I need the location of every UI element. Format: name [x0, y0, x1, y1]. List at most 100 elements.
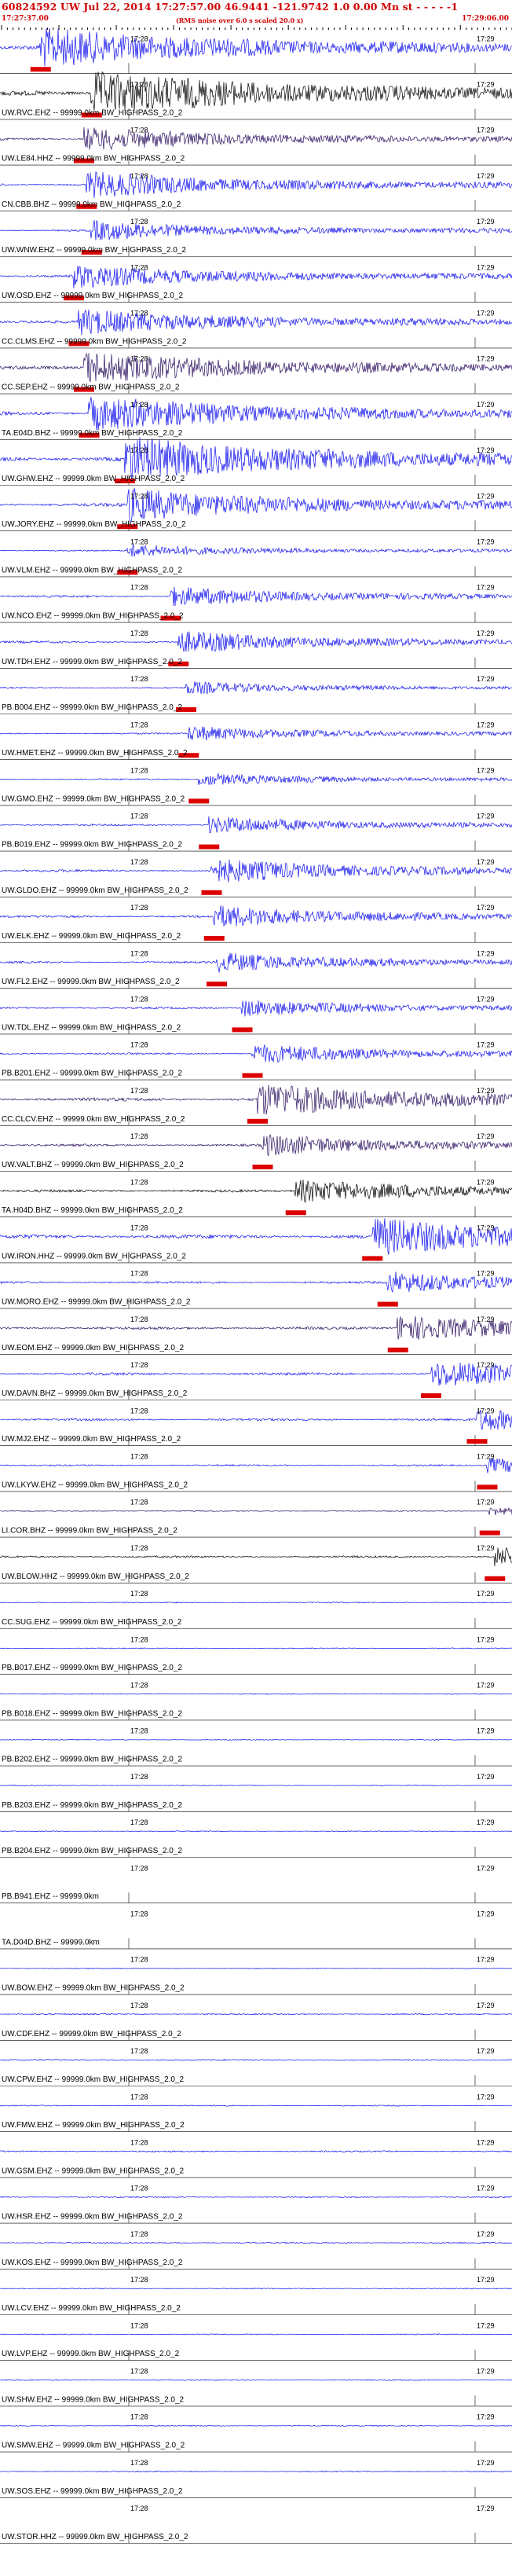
time-tick-label: 17:29 — [477, 401, 495, 409]
time-tick-label: 17:29 — [477, 1818, 495, 1826]
time-tick-label: 17:28 — [130, 446, 148, 454]
time-tick-label: 17:29 — [477, 1727, 495, 1735]
station-label: UW.TDL.EHZ -- 99999.0km BW_HIGHPASS_2.0_… — [2, 1023, 181, 1032]
waveform — [0, 1218, 512, 1255]
waveform — [0, 71, 512, 112]
waveform — [0, 28, 512, 67]
waveform — [0, 2470, 512, 2473]
pick-marker — [477, 1484, 498, 1490]
time-tick-label: 17:28 — [130, 1087, 148, 1095]
waveform — [0, 1316, 512, 1340]
station-label: UW.LE84.HHZ -- 99999.0km BW_HIGHPASS_2.0… — [2, 155, 185, 163]
waveform — [0, 2333, 512, 2336]
time-tick-label: 17:28 — [130, 813, 148, 820]
time-tick-label: 17:28 — [130, 2002, 148, 2009]
time-tick-label: 17:29 — [477, 2413, 495, 2421]
trace-row: 17:28 17:29 CC.CLMS.EHZ -- 99999.0km BW_HI… — [0, 309, 512, 349]
time-tick-label: 17:28 — [130, 1132, 148, 1140]
time-tick-label: 17:28 — [130, 721, 148, 728]
rms-note: (RMS noise over 6.0 s scaled 20.0 x) — [176, 17, 304, 24]
time-tick-label: 17:29 — [477, 2138, 495, 2146]
waveform — [0, 1647, 512, 1649]
trace-row: 17:28 17:29 CC.CLCV.EHZ -- 99999.0km BW_HI… — [0, 1084, 512, 1126]
time-tick-label: 17:28 — [130, 629, 148, 637]
pick-marker — [421, 1393, 441, 1398]
station-label: UW.IRON.HHZ -- 99999.0km BW_HIGHPASS_2.0… — [2, 1252, 186, 1260]
station-label: UW.TDH.EHZ -- 99999.0km BW_HIGHPASS_2.0_… — [2, 658, 182, 666]
time-tick-label: 17:29 — [477, 35, 495, 42]
trace-row: 17:28 17:29 UW.ELK.EHZ -- 99999.0km BW_HIG… — [0, 904, 512, 943]
trace-row: 17:28 17:29 UW.VALT.BHZ -- 99999.0km BW_HI… — [0, 1132, 512, 1172]
trace-row: 17:28 17:29 PB.B018.EHZ -- 99999.0km BW_HI… — [0, 1681, 512, 1721]
waveform — [0, 397, 512, 431]
station-label: CC.CLMS.EHZ -- 99999.0km BW_HIGHPASS_2.0… — [2, 337, 187, 346]
trace-row: 17:28 17:29 LI.COR.BHZ -- 99999.0km BW_HIG… — [0, 1499, 512, 1538]
event-title: 60824592 UW Jul 22, 2014 17:27:57.00 46.… — [2, 1, 459, 13]
station-label: UW.WNW.EHZ -- 99999.0km BW_HIGHPASS_2.0_… — [2, 246, 186, 255]
time-tick-label: 17:28 — [130, 355, 148, 363]
pick-marker — [485, 1576, 506, 1581]
time-tick-label: 17:29 — [477, 1361, 495, 1369]
waveform — [0, 266, 512, 289]
time-tick-label: 17:28 — [130, 1041, 148, 1049]
station-label: PB.B018.EHZ -- 99999.0km BW_HIGHPASS_2.0… — [2, 1709, 182, 1718]
trace-row: 17:28 17:29 UW.FMW.EHZ -- 99999.0km BW_HIG… — [0, 2093, 512, 2132]
station-label: UW.NCO.EHZ -- 99999.0km BW_HIGHPASS_2.0_… — [2, 612, 184, 621]
time-tick-label: 17:28 — [130, 1224, 148, 1231]
pick-marker — [466, 1439, 488, 1444]
waveform — [0, 1830, 512, 1833]
time-tick-label: 17:28 — [130, 2047, 148, 2055]
trace-row: 17:28 17:29 PB.B204.EHZ -- 99999.0km BW_HI… — [0, 1818, 512, 1858]
waveform — [0, 1134, 512, 1157]
time-tick-label: 17:28 — [130, 1864, 148, 1872]
trace-row: 17:28 17:29 UW.GMO.EHZ -- 99999.0km BW_HIG… — [0, 766, 512, 806]
time-tick-label: 17:29 — [477, 492, 495, 500]
trace-row: 17:28 17:29 UW.SMW.EHZ -- 99999.0km BW_HIG… — [0, 2413, 512, 2453]
station-label: UW.STOR.HHZ -- 99999.0km BW_HIGHPASS_2.0… — [2, 2533, 188, 2541]
time-tick-label: 17:28 — [130, 1681, 148, 1689]
trace-row: 17:28 17:29 — [0, 28, 512, 75]
station-label: PB.B019.EHZ -- 99999.0km BW_HIGHPASS_2.0… — [2, 841, 182, 849]
time-tick-label: 17:28 — [130, 263, 148, 271]
time-tick-label: 17:29 — [477, 2276, 495, 2284]
waveform — [0, 487, 512, 522]
waveform — [0, 1738, 512, 1741]
time-tick-label: 17:28 — [130, 1270, 148, 1278]
time-tick-label: 17:29 — [477, 995, 495, 1003]
time-tick-label: 17:29 — [477, 2367, 495, 2375]
time-tick-label: 17:28 — [130, 2413, 148, 2421]
time-tick-label: 17:28 — [130, 2459, 148, 2467]
station-label: UW.OSD.EHZ -- 99999.0km BW_HIGHPASS_2.0_… — [2, 292, 183, 300]
time-tick-label: 17:28 — [130, 2276, 148, 2284]
trace-row: 17:28 17:29 UW.KOS.EHZ -- 99999.0km BW_HIG… — [0, 2230, 512, 2270]
waveform — [0, 1547, 512, 1567]
station-label: PB.B941.EHZ -- 99999.0km — [2, 1892, 99, 1901]
station-label: UW.HMET.EHZ -- 99999.0km BW_HIGHPASS_2.0… — [2, 749, 188, 758]
start-time: 17:27:37.00 — [2, 15, 49, 23]
time-tick-label: 17:28 — [130, 995, 148, 1003]
trace-row: 17:28 17:29 UW.BLOW.HHZ -- 99999.0km BW_HI… — [0, 1544, 512, 1583]
station-label: PB.B204.EHZ -- 99999.0km BW_HIGHPASS_2.0… — [2, 1847, 182, 1855]
trace-row: 17:28 17:29 UW.GHW.EHZ -- 99999.0km BW_HIG… — [0, 437, 512, 486]
station-label: UW.SHW.EHZ -- 99999.0km BW_HIGHPASS_2.0_… — [2, 2395, 185, 2404]
time-tick-label: 17:29 — [477, 1316, 495, 1323]
trace-row: 17:28 17:29 PB.B202.EHZ -- 99999.0km BW_HI… — [0, 1727, 512, 1767]
time-tick-label: 17:29 — [477, 1452, 495, 1460]
time-tick-label: 17:28 — [130, 35, 148, 42]
time-tick-label: 17:29 — [477, 629, 495, 637]
station-label: UW.VLM.EHZ -- 99999.0km BW_HIGHPASS_2.0_… — [2, 566, 182, 574]
waveform — [0, 1507, 512, 1516]
station-label: UW.EOM.EHZ -- 99999.0km BW_HIGHPASS_2.0_… — [2, 1344, 185, 1352]
waveform — [0, 437, 512, 481]
time-tick-label: 17:29 — [477, 80, 495, 88]
pick-marker — [188, 798, 210, 804]
waveform — [0, 1044, 512, 1063]
trace-row: 17:28 17:29 UW.CDF.EHZ -- 99999.0km BW_HIG… — [0, 2002, 512, 2041]
time-tick-label: 17:28 — [130, 1499, 148, 1506]
station-label: PB.B203.EHZ -- 99999.0km BW_HIGHPASS_2.0… — [2, 1801, 182, 1810]
station-label: UW.GMO.EHZ -- 99999.0km BW_HIGHPASS_2.0_… — [2, 794, 185, 803]
waveform — [0, 2288, 512, 2290]
station-label: UW.LKYW.EHZ -- 99999.0km BW_HIGHPASS_2.0… — [2, 1481, 188, 1489]
time-tick-label: 17:28 — [130, 1590, 148, 1598]
time-tick-label: 17:28 — [130, 1818, 148, 1826]
